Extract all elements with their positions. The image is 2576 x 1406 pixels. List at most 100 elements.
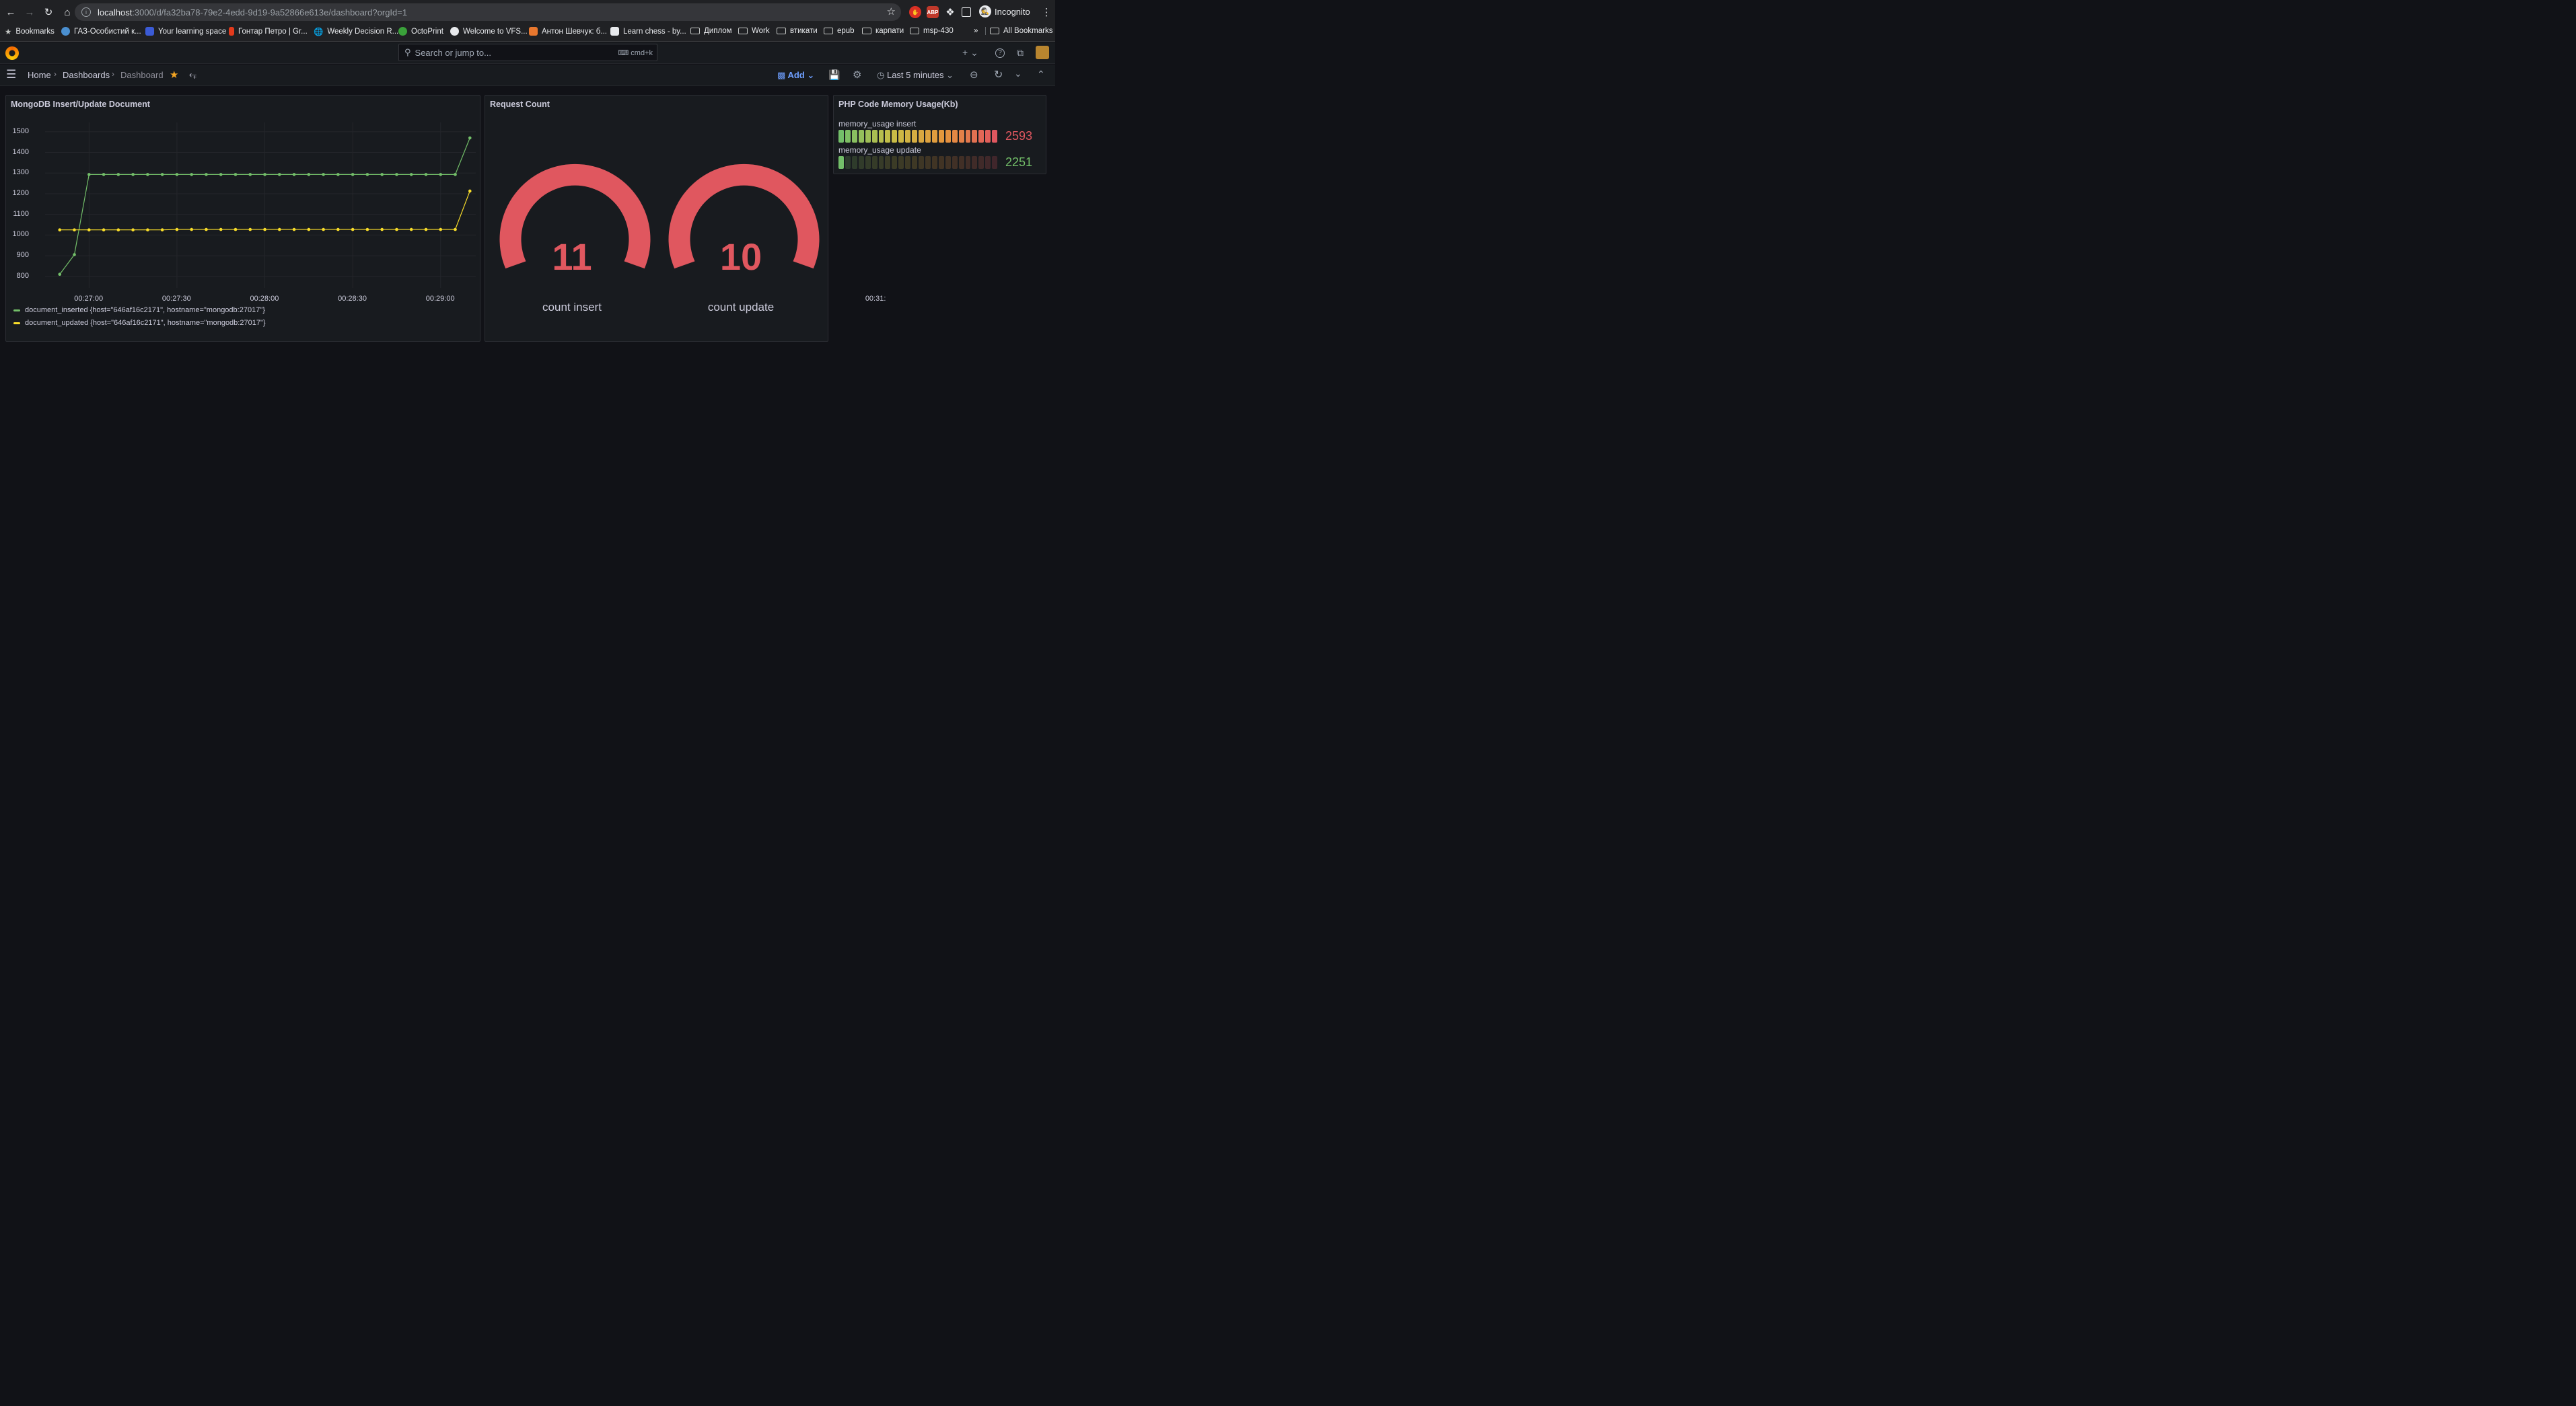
breadcrumb-dashboards[interactable]: Dashboards: [63, 70, 110, 80]
bar-cell: [945, 156, 951, 169]
search-placeholder: Search or jump to...: [415, 47, 491, 58]
settings-gear-icon[interactable]: ⚙: [853, 69, 861, 81]
new-plus-icon[interactable]: + ⌄: [962, 47, 978, 59]
data-point: [424, 173, 428, 176]
site-icon: [61, 27, 70, 36]
abp-extension-icon[interactable]: ABP: [927, 6, 939, 18]
bar-cell: [898, 156, 904, 169]
data-point: [116, 228, 120, 231]
extensions-puzzle-icon[interactable]: ❖: [944, 6, 956, 18]
data-point: [190, 173, 193, 176]
bookmark-item[interactable]: Your learning space: [145, 27, 226, 36]
bar-cell: [878, 156, 884, 169]
browser-toolbar: ← → ↻ ⌂ i localhost:3000/d/fa32ba78-79e2…: [0, 0, 1055, 24]
data-point: [73, 228, 76, 231]
bookmarks-overflow[interactable]: »: [974, 27, 978, 35]
bookmark-folder[interactable]: Диплом: [690, 27, 732, 35]
x-tick-label: 00:31:: [865, 295, 886, 303]
save-icon[interactable]: 💾: [828, 69, 840, 81]
legend-item-updated[interactable]: document_updated {host="646af16c2171", h…: [13, 319, 266, 327]
refresh-icon[interactable]: ↻: [994, 68, 1003, 81]
share-icon[interactable]: ⥆: [189, 69, 196, 80]
data-point: [336, 173, 340, 176]
bookmark-item[interactable]: ГАЗ-Особистий к...: [61, 27, 141, 36]
bar-cell: [931, 130, 937, 143]
search-input[interactable]: ⚲ Search or jump to... ⌨ cmd+k: [398, 44, 657, 61]
x-tick-label: 00:29:00: [425, 295, 455, 303]
bar-cell: [925, 156, 931, 169]
menu-hamburger-icon[interactable]: ☰: [6, 68, 16, 81]
bar-cell: [905, 130, 911, 143]
bar-cell: [992, 156, 998, 169]
star-icon: ★: [5, 28, 12, 36]
breadcrumb-home[interactable]: Home: [28, 70, 51, 80]
bookmark-star-icon[interactable]: ☆: [887, 5, 896, 17]
all-bookmarks[interactable]: All Bookmarks: [985, 27, 1053, 35]
y-tick-label: 800: [16, 271, 29, 280]
home-icon[interactable]: ⌂: [59, 3, 76, 21]
data-point: [58, 228, 62, 231]
bookmark-folder[interactable]: Work: [738, 27, 770, 35]
bar-cell: [845, 130, 851, 143]
browser-menu-icon[interactable]: ⋮: [1038, 3, 1055, 21]
bookmark-item[interactable]: Антон Шевчук: б...: [529, 27, 607, 36]
data-point: [468, 189, 472, 193]
legend-item-inserted[interactable]: document_inserted {host="646af16c2171", …: [13, 306, 265, 314]
zoom-out-icon[interactable]: ⊖: [970, 69, 978, 81]
adblock-extension-icon[interactable]: ✋: [909, 6, 921, 18]
bookmark-item[interactable]: Гонтар Петро | Gr...: [229, 27, 308, 36]
bookmark-item[interactable]: Welcome to VFS...: [450, 27, 528, 36]
legend-swatch: [13, 309, 20, 311]
bar-cell: [952, 130, 958, 143]
reload-icon[interactable]: ↻: [40, 3, 57, 21]
panel-mongodb-timeseries[interactable]: MongoDB Insert/Update Document 800 900 100…: [5, 95, 886, 342]
data-point: [439, 227, 443, 231]
collapse-chevron-up-icon[interactable]: ⌃: [1037, 69, 1045, 80]
url-host: localhost: [98, 7, 133, 17]
panel-php-memory[interactable]: PHP Code Memory Usage(Kb) memory_usage i…: [833, 95, 1046, 174]
bar-cell: [905, 156, 911, 169]
data-point: [454, 227, 457, 231]
news-rss-icon[interactable]: ⧉: [1017, 47, 1024, 59]
favorite-star-icon[interactable]: ★: [170, 69, 178, 81]
forward-icon[interactable]: →: [21, 3, 38, 21]
bookmark-folder[interactable]: msp-430: [910, 27, 954, 35]
data-point: [131, 228, 135, 231]
breadcrumb-separator-icon: ›: [54, 69, 57, 79]
bookmark-item[interactable]: OctoPrint: [398, 27, 443, 36]
panel-request-count[interactable]: Request Count 11 10 count insert count u…: [485, 95, 828, 342]
bar-cell: [965, 130, 971, 143]
site-info-icon[interactable]: i: [81, 7, 91, 17]
user-avatar[interactable]: [1036, 46, 1049, 59]
add-button[interactable]: ▩ Add ⌄: [777, 70, 814, 81]
side-panel-icon[interactable]: [962, 7, 971, 17]
time-picker[interactable]: ◷ Last 5 minutes ⌄: [877, 70, 954, 81]
data-point: [131, 173, 135, 176]
data-point: [248, 173, 252, 176]
grafana-logo-icon[interactable]: [5, 46, 19, 60]
bar-gauge-insert: [838, 130, 998, 143]
bar-cell: [838, 130, 844, 143]
back-icon[interactable]: ←: [2, 3, 20, 21]
bookmark-item[interactable]: 🌐 Weekly Decision R...: [314, 27, 398, 36]
bar-cell: [858, 130, 864, 143]
data-point: [190, 227, 193, 231]
y-tick-label: 1100: [13, 209, 29, 218]
x-tick-label: 00:27:30: [162, 295, 191, 303]
address-bar[interactable]: i localhost:3000/d/fa32ba78-79e2-4edd-9d…: [75, 3, 901, 21]
bookmark-folder[interactable]: карпати: [862, 27, 904, 35]
data-point: [160, 173, 164, 176]
refresh-interval-chevron-icon[interactable]: ⌄: [1014, 68, 1022, 79]
bar-cell: [892, 156, 898, 169]
x-tick-label: 00:28:30: [338, 295, 367, 303]
folder-icon: [690, 28, 700, 34]
help-icon[interactable]: ?: [995, 48, 1005, 58]
incognito-indicator[interactable]: 🕵 Incognito: [979, 5, 1030, 17]
bookmark-folder[interactable]: втикати: [777, 27, 818, 35]
bookmark-item[interactable]: ★ Bookmarks: [5, 27, 55, 36]
bar-cell: [978, 130, 985, 143]
bar-cell: [845, 156, 851, 169]
bookmark-folder[interactable]: epub: [824, 27, 855, 35]
bookmark-item[interactable]: Learn chess - by...: [610, 27, 686, 36]
data-point: [292, 173, 296, 176]
